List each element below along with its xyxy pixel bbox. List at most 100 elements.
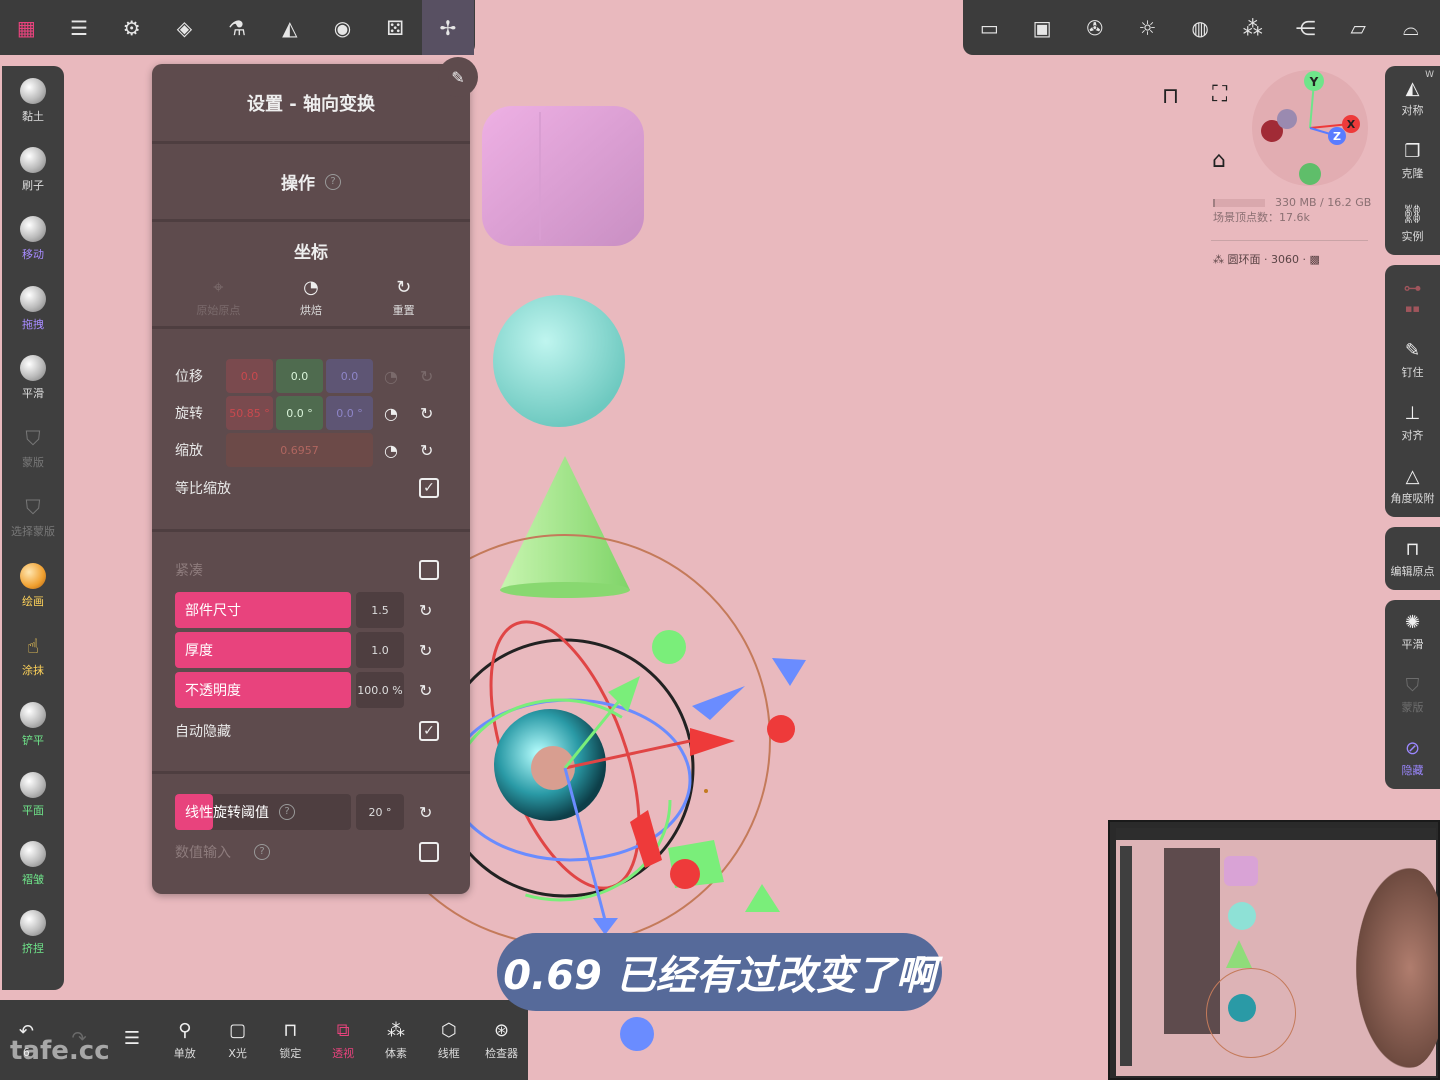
fullscreen-icon[interactable]: ⛶	[1212, 82, 1227, 107]
linear-rot-label: 线性旋转阈值	[185, 805, 269, 821]
selection-info: ⁂ 圆环面 · 3060 · ▩	[1213, 251, 1320, 267]
bake-label: 烘焙	[299, 304, 322, 317]
panel-pin-button[interactable]: ✎	[438, 57, 478, 97]
uniform-scale-label: 等比缩放	[175, 481, 231, 497]
cone-object	[500, 456, 630, 590]
pip-toolbar	[1116, 828, 1436, 840]
memory-bar	[1213, 199, 1265, 207]
rotate-x-field[interactable]: 50.85 °	[226, 396, 273, 430]
gizmo-x-label: X	[1347, 118, 1356, 131]
scale-field[interactable]: 0.6957	[226, 433, 373, 467]
translate-row: 位移 0.0 0.0 0.0 ◔ ↻	[152, 358, 470, 394]
opacity-slider[interactable]: 不透明度	[175, 672, 351, 708]
video-subtitle: 0.69 已经有过改变了啊	[497, 933, 942, 1011]
reset-icon[interactable]: ↻	[420, 367, 433, 386]
memory-text: 330 MB / 16.2 GB	[1275, 196, 1372, 209]
coord-title: 坐标	[294, 243, 328, 263]
memory-readout: 330 MB / 16.2 GB 场景顶点数：17.6k	[1213, 196, 1371, 225]
original-origin-label: 原始原点	[196, 304, 241, 317]
picture-in-picture-video	[1108, 820, 1440, 1080]
y-handle	[652, 630, 686, 664]
auto-hide-label: 自动隐藏	[175, 724, 231, 740]
x-arrow	[690, 728, 735, 756]
part-size-slider[interactable]: 部件尺寸	[175, 592, 351, 628]
reset-icon[interactable]: ↻	[420, 404, 433, 423]
part-size-row: 部件尺寸 1.5 ↻	[152, 592, 470, 628]
thickness-slider[interactable]: 厚度	[175, 632, 351, 668]
pip-cube	[1224, 856, 1258, 886]
auto-hide-row: 自动隐藏 ✓	[152, 713, 470, 749]
auto-hide-checkbox[interactable]: ✓	[419, 721, 439, 741]
translate-label: 位移	[175, 369, 203, 385]
pip-sphere	[1228, 902, 1256, 930]
numeric-input-checkbox[interactable]	[419, 842, 439, 862]
translate-y-field[interactable]: 0.0	[276, 359, 323, 393]
scale-row: 缩放 0.6957 ◔ ↻	[152, 432, 470, 468]
uniform-scale-checkbox[interactable]: ✓	[419, 478, 439, 498]
checker-icon: ▩	[1305, 253, 1320, 266]
scale-label: 缩放	[175, 443, 203, 459]
reset-label: 重置	[392, 304, 415, 317]
help-icon[interactable]: ?	[254, 844, 270, 860]
orientation-gizmo[interactable]: Y X Z	[1250, 68, 1370, 188]
compact-label: 紧凑	[175, 563, 203, 579]
thickness-value[interactable]: 1.0	[356, 632, 404, 668]
bake-icon[interactable]: ◔	[384, 404, 398, 423]
linear-rot-value[interactable]: 20 °	[356, 794, 404, 830]
numeric-input-row: 数值输入 ?	[152, 834, 470, 870]
gizmo-y-label: Y	[1309, 75, 1319, 89]
pip-screen	[1116, 828, 1438, 1076]
vertex-count: 场景顶点数：17.6k	[1213, 211, 1310, 224]
hud-divider	[1211, 240, 1368, 241]
numeric-input-label: 数值输入	[175, 845, 231, 861]
bake-icon: ◔	[303, 277, 319, 298]
panel-title: 设置 - 轴向变换	[152, 64, 470, 144]
coord-buttons: ⌖ 原始原点 ◔ 烘焙 ↻ 重置	[152, 277, 470, 329]
transform-settings-panel: 设置 - 轴向变换 操作? 坐标 ⌖ 原始原点 ◔ 烘焙 ↻ 重置 位移 0.0 0.…	[152, 64, 470, 894]
translate-z-field[interactable]: 0.0	[326, 359, 373, 393]
opacity-label: 不透明度	[185, 683, 241, 699]
original-origin-button[interactable]: ⌖ 原始原点	[183, 277, 253, 326]
rotate-row: 旋转 50.85 ° 0.0 ° 0.0 ° ◔ ↻	[152, 395, 470, 431]
reset-icon[interactable]: ↻	[419, 641, 432, 660]
rotate-label: 旋转	[175, 406, 203, 422]
pip-hand	[1356, 868, 1438, 1068]
compact-row: 紧凑	[152, 552, 470, 588]
z-handle	[620, 1017, 654, 1051]
pip-left-bar	[1120, 846, 1132, 1066]
selection-text: 圆环面 · 3060 ·	[1227, 253, 1306, 266]
compact-checkbox[interactable]	[419, 560, 439, 580]
x-handle	[767, 715, 795, 743]
pip-torus	[1228, 994, 1256, 1022]
help-icon[interactable]: ?	[279, 804, 295, 820]
reset-icon[interactable]: ↻	[419, 681, 432, 700]
bake-button[interactable]: ◔ 烘焙	[276, 277, 346, 326]
bake-icon[interactable]: ◔	[384, 441, 398, 460]
part-size-label: 部件尺寸	[185, 603, 241, 619]
gizmo-z-label: Z	[1333, 130, 1341, 143]
opacity-value[interactable]: 100.0 %	[356, 672, 404, 708]
rotate-y-field[interactable]: 0.0 °	[276, 396, 323, 430]
linear-rot-slider[interactable]: 线性旋转阈值?	[175, 794, 351, 830]
thickness-label: 厚度	[185, 643, 213, 659]
bake-icon[interactable]: ◔	[384, 367, 398, 386]
sphere-object	[493, 295, 625, 427]
uniform-scale-row: 等比缩放 ✓	[152, 470, 470, 506]
translate-x-field[interactable]: 0.0	[226, 359, 273, 393]
pip-cone	[1226, 940, 1252, 968]
operation-section[interactable]: 操作?	[152, 144, 470, 222]
mesh-icon: ⁂	[1213, 253, 1228, 266]
part-size-value[interactable]: 1.5	[356, 592, 404, 628]
target-icon: ⌖	[213, 277, 224, 298]
home-icon[interactable]: ⌂	[1212, 148, 1226, 173]
cube-object	[482, 106, 644, 246]
help-icon[interactable]: ?	[325, 173, 341, 190]
lock-view-icon[interactable]: ⊓	[1162, 84, 1179, 109]
reset-icon[interactable]: ↻	[419, 601, 432, 620]
rotate-z-field[interactable]: 0.0 °	[326, 396, 373, 430]
reset-icon[interactable]: ↻	[419, 803, 432, 822]
reset-icon[interactable]: ↻	[420, 441, 433, 460]
reset-button[interactable]: ↻ 重置	[369, 277, 439, 326]
operation-label: 操作	[281, 174, 315, 194]
reset-icon: ↻	[396, 277, 412, 298]
